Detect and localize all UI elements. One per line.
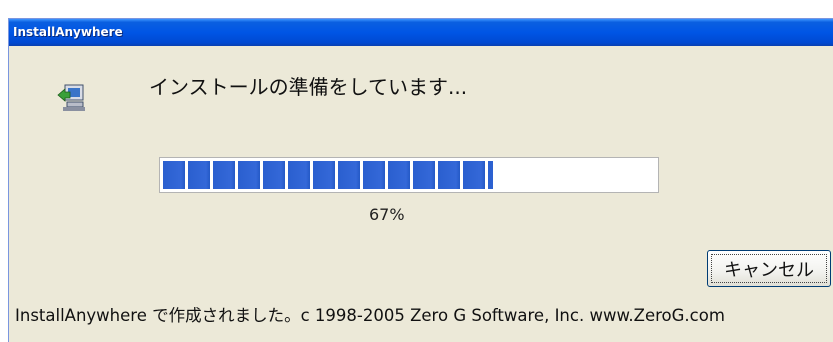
cancel-button-label: キャンセル: [724, 259, 814, 281]
installer-window: InstallAnywhere インストールの準備をしています... 67% キ…: [8, 18, 833, 342]
cancel-button[interactable]: キャンセル: [707, 250, 831, 287]
footer-credit: InstallAnywhere で作成されました。c 1998-2005 Zer…: [15, 306, 725, 325]
status-message: インストールの準備をしています...: [149, 75, 468, 99]
progress-bar: [159, 157, 659, 193]
progress-fill: [163, 161, 493, 189]
progress-percent: 67%: [369, 205, 405, 224]
window-title: InstallAnywhere: [9, 19, 833, 46]
computer-install-icon: [57, 84, 85, 111]
